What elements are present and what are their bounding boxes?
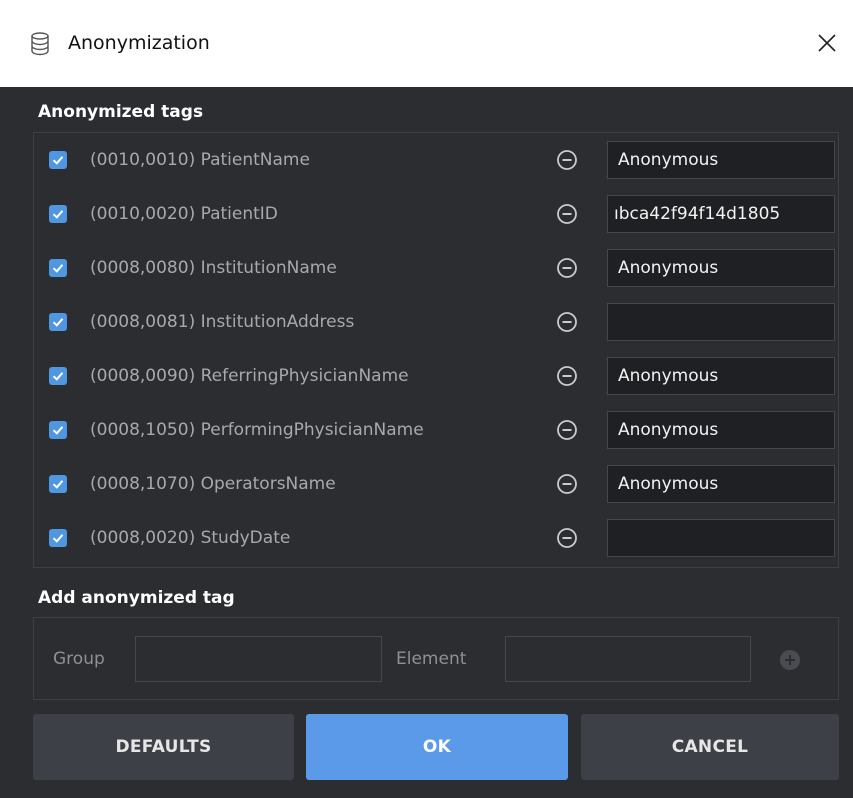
title-bar: Anonymization [0, 0, 853, 87]
anonymized-tags-heading: Anonymized tags [38, 102, 204, 122]
checkmark-icon [52, 156, 64, 165]
checkmark-icon [52, 372, 64, 381]
tag-row: (0010,0020) PatientID [34, 191, 840, 237]
ok-button[interactable]: OK [306, 714, 568, 780]
tag-checkbox[interactable] [49, 313, 67, 331]
group-label: Group [53, 649, 105, 669]
minus-circle-icon[interactable] [556, 527, 578, 549]
checkmark-icon [52, 210, 64, 219]
tag-checkbox[interactable] [49, 421, 67, 439]
tag-checkbox[interactable] [49, 529, 67, 547]
window-title: Anonymization [68, 32, 210, 54]
minus-circle-icon[interactable] [556, 149, 578, 171]
defaults-button[interactable]: DEFAULTS [33, 714, 294, 780]
tag-value-input[interactable] [607, 141, 835, 179]
tag-row: (0008,0020) StudyDate [34, 515, 840, 561]
tag-checkbox[interactable] [49, 151, 67, 169]
tag-value-input[interactable] [607, 303, 835, 341]
tag-value-input[interactable] [607, 411, 835, 449]
tag-label: (0008,0080) InstitutionName [90, 258, 337, 278]
tag-checkbox[interactable] [49, 259, 67, 277]
element-label: Element [396, 649, 467, 669]
minus-circle-icon[interactable] [556, 419, 578, 441]
tag-value-input[interactable] [607, 465, 835, 503]
tag-row: (0008,1050) PerformingPhysicianName [34, 407, 840, 453]
tag-label: (0008,1070) OperatorsName [90, 474, 336, 494]
checkmark-icon [52, 318, 64, 327]
tag-value-input[interactable] [607, 195, 835, 233]
tag-value-input[interactable] [607, 249, 835, 287]
minus-circle-icon[interactable] [556, 365, 578, 387]
minus-circle-icon[interactable] [556, 257, 578, 279]
group-input[interactable] [135, 636, 382, 682]
tag-value-input[interactable] [607, 519, 835, 557]
add-tag-heading: Add anonymized tag [38, 588, 235, 608]
minus-circle-icon[interactable] [556, 203, 578, 225]
tag-row: (0010,0010) PatientName [34, 137, 840, 183]
cancel-button[interactable]: CANCEL [581, 714, 839, 780]
element-input[interactable] [505, 636, 751, 682]
plus-circle-icon[interactable] [779, 649, 801, 671]
tag-label: (0008,0020) StudyDate [90, 528, 291, 548]
database-icon [29, 31, 51, 57]
tag-row: (0008,0080) InstitutionName [34, 245, 840, 291]
add-tag-panel: Group Element [33, 617, 839, 700]
minus-circle-icon[interactable] [556, 473, 578, 495]
tag-row: (0008,1070) OperatorsName [34, 461, 840, 507]
tag-row: (0008,0090) ReferringPhysicianName [34, 353, 840, 399]
checkmark-icon [52, 426, 64, 435]
tag-label: (0010,0010) PatientName [90, 150, 310, 170]
tag-label: (0008,0090) ReferringPhysicianName [90, 366, 409, 386]
anonymized-tags-list: (0010,0010) PatientName (0010,0020) Patie… [33, 132, 839, 568]
checkmark-icon [52, 264, 64, 273]
tag-checkbox[interactable] [49, 205, 67, 223]
tag-label: (0010,0020) PatientID [90, 204, 278, 224]
tag-label: (0008,0081) InstitutionAddress [90, 312, 355, 332]
tag-row: (0008,0081) InstitutionAddress [34, 299, 840, 345]
tag-checkbox[interactable] [49, 367, 67, 385]
tag-label: (0008,1050) PerformingPhysicianName [90, 420, 424, 440]
tag-checkbox[interactable] [49, 475, 67, 493]
checkmark-icon [52, 480, 64, 489]
minus-circle-icon[interactable] [556, 311, 578, 333]
checkmark-icon [52, 534, 64, 543]
close-icon[interactable] [808, 23, 846, 63]
anonymization-dialog: Anonymization Anonymized tags (0010,0010… [0, 0, 853, 798]
tag-value-input[interactable] [607, 357, 835, 395]
